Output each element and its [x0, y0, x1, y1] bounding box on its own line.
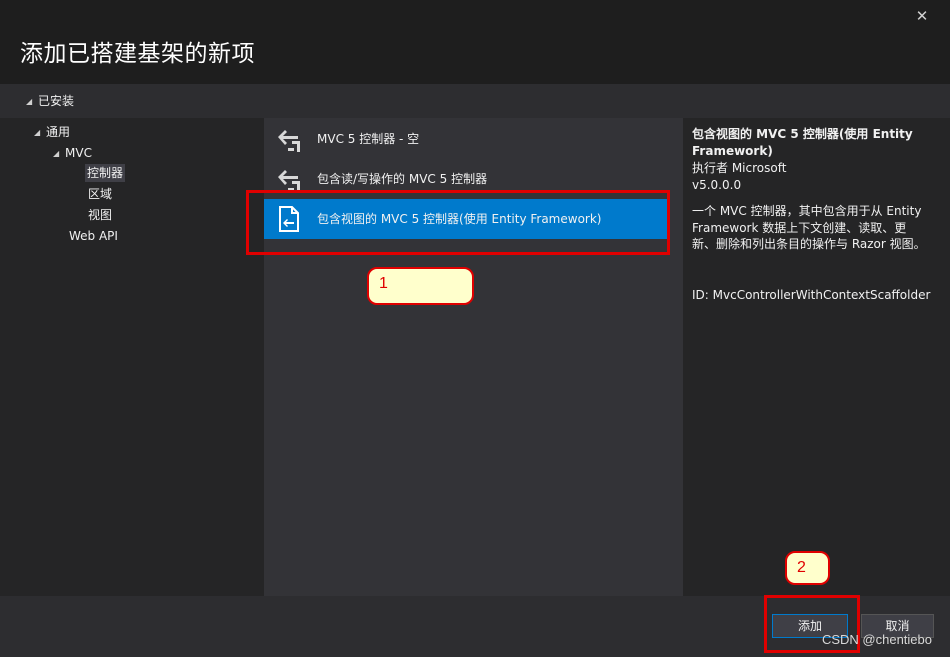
tree-item-label: 视图: [88, 208, 113, 222]
annotation-callout-2-number: 2: [797, 559, 806, 576]
detail-author: 执行者 Microsoft: [692, 161, 787, 175]
tree-item-web-api[interactable]: Web API: [69, 227, 118, 245]
annotation-callout-1: 1: [367, 267, 474, 305]
tree-root-label: 已安装: [38, 94, 75, 108]
controller-icon: [278, 130, 300, 152]
tree-item-view[interactable]: 视图: [88, 206, 112, 224]
expand-arrow-icon: ◢: [26, 97, 33, 106]
tree-item-controller[interactable]: 控制器: [85, 164, 126, 182]
category-tree: ◢ 通用 ◢ MVC 控制器 区域 视图 Web API: [0, 118, 264, 596]
tree-item-label: Web API: [69, 229, 118, 243]
list-item-mvc5-empty[interactable]: MVC 5 控制器 - 空: [264, 119, 669, 159]
annotation-callout-2: 2: [785, 551, 830, 585]
annotation-highlight-box-1: [246, 190, 670, 255]
tree-item-general[interactable]: ◢ 通用: [34, 123, 70, 141]
tree-item-label: 通用: [46, 125, 71, 139]
detail-description: 一个 MVC 控制器，其中包含用于从 Entity Framework 数据上下…: [692, 204, 926, 251]
detail-version: v5.0.0.0: [692, 178, 742, 192]
tree-item-label: MVC: [65, 146, 92, 160]
tree-root-installed[interactable]: ◢ 已安装: [26, 92, 74, 109]
annotation-callout-1-number: 1: [379, 275, 388, 292]
close-button[interactable]: ✕: [912, 6, 932, 26]
details-panel: 包含视图的 MVC 5 控制器(使用 Entity Framework) 执行者…: [683, 118, 950, 596]
detail-title: 包含视图的 MVC 5 控制器(使用 Entity Framework): [692, 127, 913, 158]
add-scaffold-dialog: 添加已搭建基架的新项 ✕ ◢ 已安装 ◢ 通用 ◢ MVC 控制器 区域 视图 Web…: [0, 0, 950, 657]
expand-arrow-icon: ◢: [34, 128, 41, 137]
tree-item-label: 区域: [88, 187, 113, 201]
dialog-title: 添加已搭建基架的新项: [20, 41, 255, 67]
expand-arrow-icon: ◢: [53, 149, 60, 158]
close-icon: ✕: [915, 7, 929, 25]
detail-id: ID: MvcControllerWithContextScaffolder: [692, 288, 931, 302]
tree-item-label: 控制器: [87, 166, 124, 180]
list-item-label: MVC 5 控制器 - 空: [317, 132, 420, 146]
tree-item-area[interactable]: 区域: [88, 185, 112, 203]
watermark: CSDN @chentiebo: [821, 632, 932, 647]
tree-item-mvc[interactable]: ◢ MVC: [53, 144, 92, 162]
dialog-header: 添加已搭建基架的新项 ✕: [0, 0, 950, 84]
